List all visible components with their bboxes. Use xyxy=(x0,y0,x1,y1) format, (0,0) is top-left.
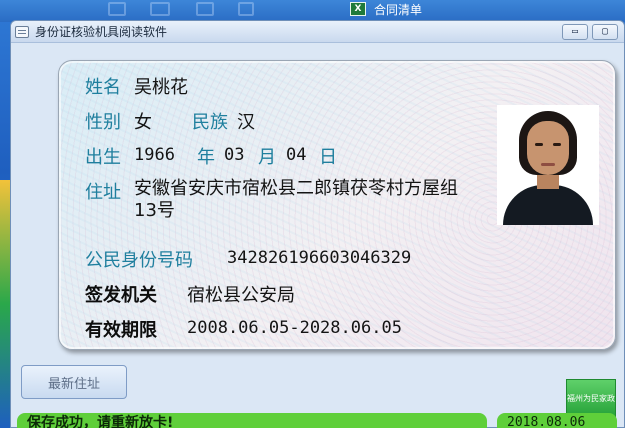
id-card-panel: 姓名 吴桃花 性别 女 民族 汉 出生 1966 年 03 月 04 日 住址 … xyxy=(58,60,616,350)
window-title: 身份证核验机具阅读软件 xyxy=(35,25,168,39)
year-unit: 年 xyxy=(197,147,215,168)
gender-label: 性别 xyxy=(85,112,121,133)
id-photo xyxy=(497,105,599,225)
title-bar[interactable]: 身份证核验机具阅读软件 ▭ ▢ xyxy=(11,21,624,43)
desktop-icon-ghost xyxy=(196,2,214,16)
taskbar-item-contract-list[interactable]: X 合同清单 xyxy=(350,0,470,18)
validity-value: 2008.06.05-2028.06.05 xyxy=(187,318,402,338)
month-unit: 月 xyxy=(258,147,276,168)
photo-eye xyxy=(535,143,543,146)
status-date: 2018.08.06 xyxy=(497,413,617,428)
name-label: 姓名 xyxy=(85,77,121,98)
ethnic-value: 汉 xyxy=(237,112,255,133)
photo-shoulders xyxy=(503,185,593,225)
birth-year: 1966 xyxy=(134,145,175,165)
desktop-icon-ghost xyxy=(238,2,254,16)
minimize-button[interactable]: ▭ xyxy=(562,23,588,40)
authority-label: 签发机关 xyxy=(85,285,157,306)
latest-address-button[interactable]: 最新住址 xyxy=(21,365,127,399)
id-number-value: 342826196603046329 xyxy=(227,248,412,268)
name-value: 吴桃花 xyxy=(134,77,188,98)
birth-month: 03 xyxy=(224,145,245,165)
authority-value: 宿松县公安局 xyxy=(187,285,295,306)
gender-value: 女 xyxy=(134,112,152,133)
birth-label: 出生 xyxy=(85,147,121,168)
desktop-top-strip: X 合同清单 xyxy=(0,0,625,22)
day-unit: 日 xyxy=(319,147,337,168)
maximize-button[interactable]: ▢ xyxy=(592,23,618,40)
id-number-label: 公民身份号码 xyxy=(85,250,193,271)
desktop-icon-ghost xyxy=(150,2,170,16)
desktop-icon-ghost xyxy=(108,2,126,16)
app-window: 身份证核验机具阅读软件 ▭ ▢ 姓名 吴桃花 性别 女 民族 汉 出生 1966… xyxy=(10,20,625,428)
birth-day: 04 xyxy=(286,145,307,165)
photo-eye xyxy=(553,143,561,146)
validity-label: 有效期限 xyxy=(85,320,157,341)
address-value: 安徽省安庆市宿松县二郎镇茯苓村方屋组13号 xyxy=(134,178,458,221)
shortcut-badge[interactable]: 福州为民家政 xyxy=(566,379,616,417)
photo-mouth xyxy=(541,163,555,166)
status-message: 保存成功，请重新放卡! xyxy=(17,413,487,428)
app-icon xyxy=(15,25,29,38)
photo-face xyxy=(527,121,569,175)
taskbar-item-label: 合同清单 xyxy=(374,2,423,17)
address-label: 住址 xyxy=(85,182,121,203)
excel-icon: X xyxy=(350,2,366,16)
ethnic-label: 民族 xyxy=(192,112,228,133)
